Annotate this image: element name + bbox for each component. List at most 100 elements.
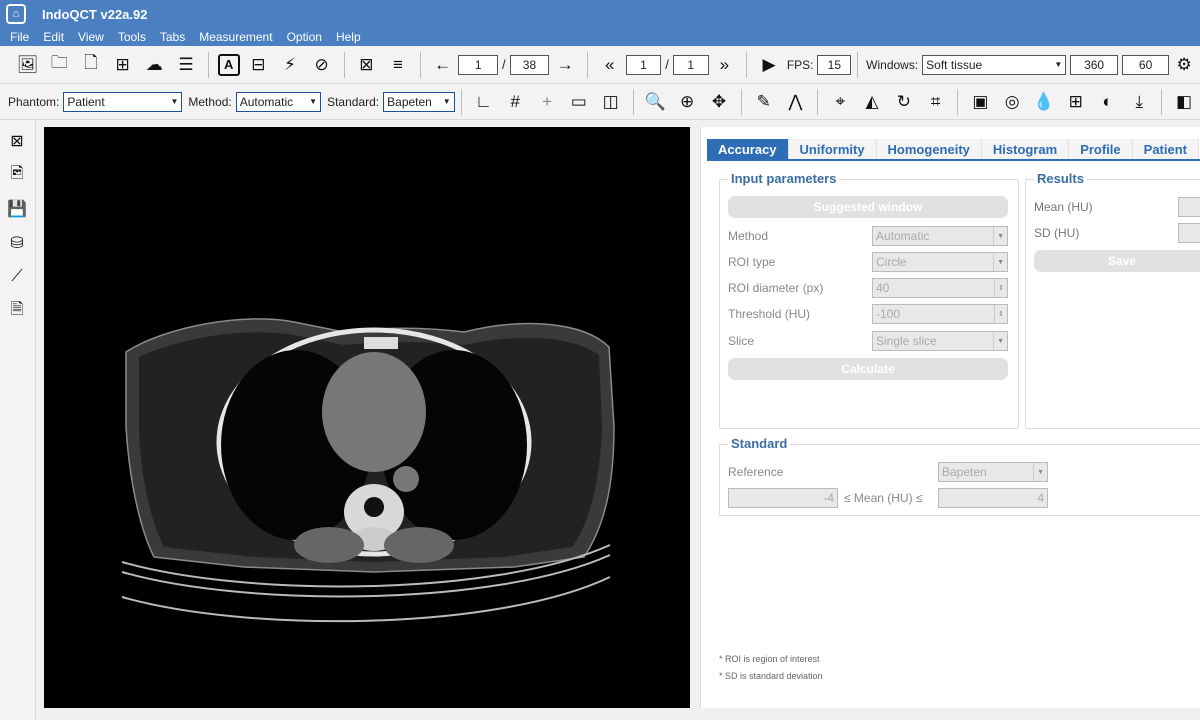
open-dicom-icon[interactable]: 🗋 <box>78 52 104 78</box>
rotate-icon[interactable]: ↻ <box>891 89 917 115</box>
ct-image-viewer[interactable] <box>44 127 690 708</box>
lightning-icon[interactable]: ⚡ <box>277 52 303 78</box>
window-preset-select[interactable]: Soft tissue ▼ <box>922 54 1067 75</box>
slice-select[interactable]: Single slice ▼ <box>872 331 1008 351</box>
no-entry-icon[interactable]: ⊘ <box>309 52 335 78</box>
tab-profile[interactable]: Profile <box>1069 139 1133 159</box>
roi-type-select[interactable]: Circle ▼ <box>872 252 1008 272</box>
threshold-spinner[interactable]: -100 ⇕ <box>872 304 1008 324</box>
open-image-icon[interactable]: 🖼 <box>15 52 41 78</box>
phantom-value: Patient <box>67 94 105 109</box>
calculate-button[interactable]: Calculate <box>728 358 1008 380</box>
menu-view[interactable]: View <box>78 30 104 44</box>
center-target-icon[interactable]: ⌖ <box>827 89 853 115</box>
settings-gear-icon[interactable]: ⚙ <box>1171 52 1197 78</box>
image-window-icon[interactable]: ▣ <box>967 89 993 115</box>
save-icon[interactable]: 💾 <box>4 196 30 222</box>
trend-chart-icon[interactable]: ⟋ <box>4 264 30 290</box>
download-icon[interactable]: ⤓ <box>1126 89 1152 115</box>
edit-icon[interactable]: ✎ <box>751 89 777 115</box>
pan-icon[interactable]: ✥ <box>706 89 732 115</box>
annotation-icon[interactable]: A <box>217 53 240 76</box>
play-icon[interactable]: ▶ <box>756 52 782 78</box>
method-select[interactable]: Automatic ▼ <box>235 91 322 112</box>
menu-help[interactable]: Help <box>336 30 361 44</box>
standard-title: Standard <box>728 436 791 451</box>
separator <box>586 51 588 78</box>
footnote-roi: * ROI is region of interest <box>719 654 820 664</box>
chevron-down-icon: ▼ <box>993 332 1004 350</box>
method-field-value: Automatic <box>876 229 930 243</box>
chevron-down-icon: ▼ <box>1033 463 1044 481</box>
sd-label: SD (HU) <box>1034 226 1080 240</box>
reference-value: Bapeten <box>942 465 987 479</box>
slice-label: Slice <box>728 334 755 348</box>
tab-histogram[interactable]: Histogram <box>981 139 1070 159</box>
measure-icon[interactable]: ⋀ <box>783 89 809 115</box>
phantom-select[interactable]: Patient ▼ <box>63 91 183 112</box>
roi-diameter-value: 40 <box>876 281 890 295</box>
menu-measurement[interactable]: Measurement <box>199 30 272 44</box>
roi-diameter-spinner[interactable]: 40 ⇕ <box>872 278 1008 298</box>
window-width-input[interactable]: 360 <box>1070 54 1118 75</box>
separator <box>817 88 819 115</box>
first-frame-icon[interactable]: « <box>597 52 623 78</box>
roi-type-label: ROI type <box>728 255 776 269</box>
tab-homogeneity[interactable]: Homogeneity <box>876 139 982 159</box>
menu-option[interactable]: Option <box>287 30 322 44</box>
slice-current-input[interactable]: 1 <box>458 54 499 75</box>
frame-current-input[interactable]: 1 <box>625 54 662 75</box>
split-view-icon[interactable]: ◫ <box>598 89 624 115</box>
suggested-window-button[interactable]: Suggested window <box>728 196 1008 218</box>
dotted-circle-icon[interactable]: ◎ <box>999 89 1025 115</box>
grid-icon[interactable]: # <box>502 89 528 115</box>
slash: / <box>502 57 506 72</box>
last-frame-icon[interactable]: » <box>712 52 738 78</box>
window-level-input[interactable]: 60 <box>1121 54 1170 75</box>
list-icon[interactable]: ☰ <box>173 52 199 78</box>
standard-select[interactable]: Bapeten ▼ <box>383 91 455 112</box>
half-circle-icon[interactable]: ◐ <box>1095 89 1121 115</box>
align-icon[interactable]: ≡ <box>385 52 411 78</box>
prev-slice-icon[interactable]: ← <box>430 52 456 78</box>
chevron-down-icon: ▼ <box>170 97 179 106</box>
open-folder-icon[interactable]: 🗀 <box>47 52 73 78</box>
drop-icon[interactable]: 💧 <box>1031 89 1057 115</box>
zoom-icon[interactable]: 🔍 <box>642 89 668 115</box>
lower-limit-field: -4 <box>728 488 838 508</box>
crop-icon[interactable]: ⌗ <box>923 89 949 115</box>
menu-tools[interactable]: Tools <box>118 30 146 44</box>
menu-tabs[interactable]: Tabs <box>160 30 185 44</box>
phantom-icon[interactable]: ⊞ <box>110 52 136 78</box>
flip-icon[interactable]: ◭ <box>859 89 885 115</box>
reference-select[interactable]: Bapeten ▼ <box>938 462 1048 482</box>
next-slice-icon[interactable]: → <box>552 52 578 78</box>
tab-patient[interactable]: Patient <box>1132 139 1199 159</box>
tab-accuracy[interactable]: Accuracy <box>707 139 789 159</box>
compare-icon[interactable]: ◧ <box>1171 89 1197 115</box>
standard-label: Standard: <box>327 94 380 109</box>
separator <box>460 88 462 115</box>
method-field-select[interactable]: Automatic ▼ <box>872 226 1008 246</box>
save-button[interactable]: Save <box>1034 250 1200 272</box>
angle-icon[interactable]: ∟ <box>471 89 497 115</box>
menu-file[interactable]: File <box>10 30 29 44</box>
hierarchy-icon[interactable]: ⊟ <box>246 52 272 78</box>
cloud-upload-icon[interactable]: ☁ <box>141 52 167 78</box>
separator <box>632 88 634 115</box>
fps-input[interactable]: 15 <box>817 54 852 75</box>
close-box-icon[interactable]: ⊠ <box>4 128 30 154</box>
document-icon[interactable]: 🗎 <box>4 298 30 324</box>
crosshair-icon[interactable]: + <box>534 89 560 115</box>
left-sidebar: ⊠ 🖻 💾 ⛁ ⟋ 🗎 <box>0 120 36 720</box>
zoom-fit-icon[interactable]: ⊕ <box>674 89 700 115</box>
image-icon[interactable]: 🖻 <box>4 162 30 188</box>
database-icon[interactable]: ⛁ <box>4 230 30 256</box>
monitor-icon[interactable]: ▭ <box>566 89 592 115</box>
threshold-label: Threshold (HU) <box>728 307 811 321</box>
menu-edit[interactable]: Edit <box>43 30 64 44</box>
add-roi-icon[interactable]: ⊞ <box>1063 89 1089 115</box>
clear-icon[interactable]: ⊠ <box>353 52 379 78</box>
tab-uniformity[interactable]: Uniformity <box>788 139 877 159</box>
separator <box>746 51 748 78</box>
